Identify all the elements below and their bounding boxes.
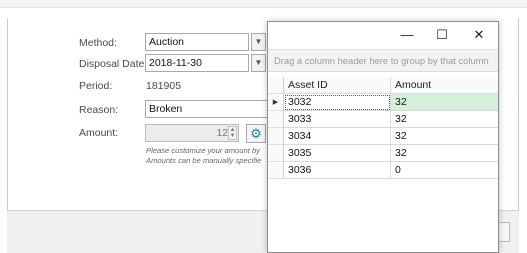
column-header-amount[interactable]: Amount <box>391 77 498 94</box>
method-label: Method: <box>79 37 117 49</box>
asset-id-cell[interactable]: 3034 <box>284 128 391 145</box>
amount-input[interactable]: 128 <box>145 124 239 142</box>
amount-cell[interactable]: 32 <box>391 128 498 145</box>
asset-id-cell[interactable]: 3035 <box>284 145 391 162</box>
asset-amount-popup: — ☐ ✕ Drag a column header here to group… <box>267 21 499 253</box>
table-row[interactable]: 3033 32 <box>268 111 498 128</box>
chevron-down-icon[interactable]: ▼ <box>251 54 266 72</box>
amount-cell[interactable]: 32 <box>391 111 498 128</box>
amount-cell[interactable]: 32 <box>391 145 498 162</box>
row-indicator-cell <box>268 145 284 162</box>
group-by-panel[interactable]: Drag a column header here to group by th… <box>268 49 498 72</box>
asset-id-cell[interactable]: 3036 <box>284 162 391 179</box>
asset-id-cell[interactable]: 3032 <box>284 94 391 111</box>
grid-header-row: Asset ID Amount <box>268 77 498 94</box>
amount-hint-line-2: Amounts can be manually specifie <box>146 156 262 165</box>
dialog-frame-right <box>518 18 519 218</box>
method-select[interactable]: Auction <box>145 33 249 51</box>
row-indicator-cell <box>268 111 284 128</box>
period-label: Period: <box>79 80 113 92</box>
maximize-icon[interactable]: ☐ <box>431 26 453 44</box>
table-row[interactable]: ▶ 3032 32 <box>268 94 498 111</box>
close-icon[interactable]: ✕ <box>468 26 490 44</box>
amount-spin-buttons[interactable]: ▲ ▼ <box>228 126 237 140</box>
minimize-icon[interactable]: — <box>396 26 418 44</box>
row-indicator-cell <box>268 128 284 145</box>
reason-label: Reason: <box>79 104 119 116</box>
disposal-date-label: Disposal Date: <box>79 58 148 70</box>
window-top-strip <box>0 0 527 8</box>
asset-id-cell[interactable]: 3033 <box>284 111 391 128</box>
table-row[interactable]: 3035 32 <box>268 145 498 162</box>
amount-hint-line-1: Please customize your amount by <box>146 146 260 155</box>
row-indicator-cell <box>268 162 284 179</box>
period-value: 181905 <box>146 80 182 92</box>
dialog-frame-left <box>7 18 8 218</box>
asset-grid: Asset ID Amount ▶ 3032 32 3033 32 3034 3… <box>268 72 498 252</box>
disposal-date-field[interactable]: 2018-11-30 <box>145 54 249 72</box>
chevron-down-icon[interactable]: ▼ <box>251 33 266 51</box>
gear-icon[interactable]: ⚙ <box>246 124 266 143</box>
header-indicator-cell <box>268 77 284 94</box>
column-header-asset-id[interactable]: Asset ID <box>284 77 391 94</box>
table-row[interactable]: 3036 0 <box>268 162 498 179</box>
amount-label: Amount: <box>79 127 119 139</box>
amount-cell[interactable]: 0 <box>391 162 498 179</box>
reason-field[interactable]: Broken <box>145 100 269 118</box>
popup-titlebar[interactable]: — ☐ ✕ <box>268 22 498 49</box>
amount-cell[interactable]: 32 <box>391 94 498 111</box>
row-indicator-icon: ▶ <box>268 94 284 111</box>
table-row[interactable]: 3034 32 <box>268 128 498 145</box>
